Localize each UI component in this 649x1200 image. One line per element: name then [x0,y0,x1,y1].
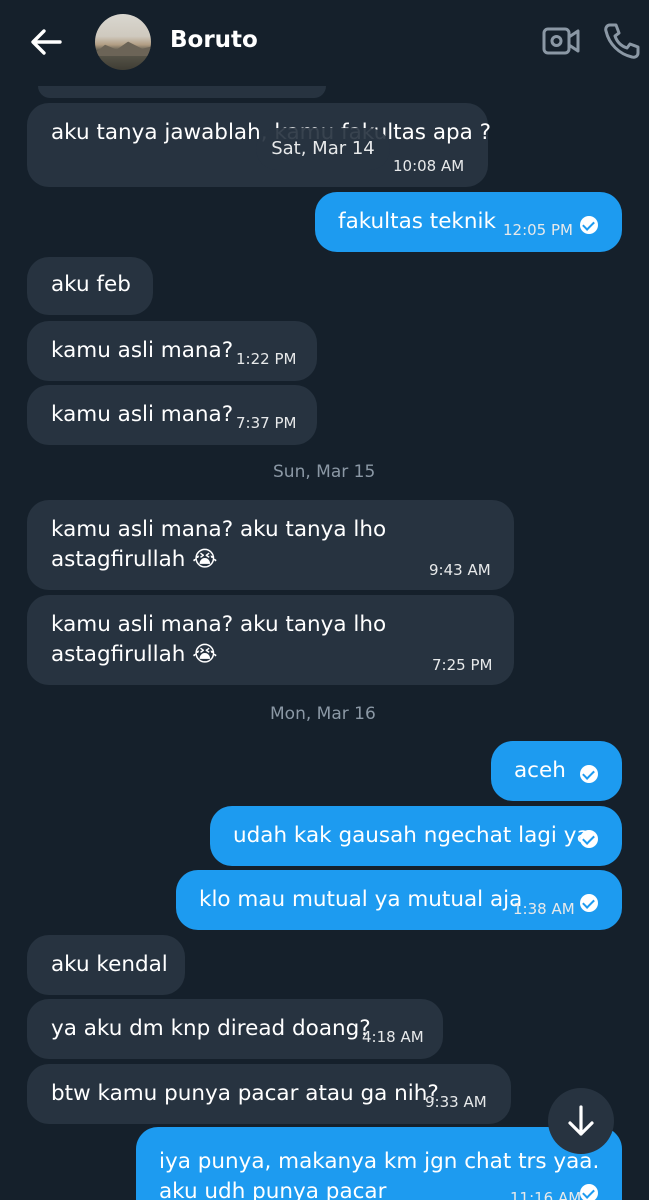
read-check-icon [580,1184,598,1200]
message-bubble-incoming[interactable]: kamu asli mana? 7:37 PM [27,385,317,445]
message-text: udah kak gausah ngechat lagi ya [233,823,590,848]
message-time: 1:22 PM [236,350,297,368]
message-time: 4:18 AM [362,1028,424,1046]
message-time: 12:05 PM [503,221,573,239]
message-text: kamu asli mana? [51,402,234,427]
message-text-line2: aku udh punya pacar [159,1179,387,1200]
message-time: 7:37 PM [236,414,297,432]
message-text: aku feb [51,272,131,297]
message-text: btw kamu punya pacar atau ga nih? [51,1081,439,1106]
message-text: fakultas teknik [338,209,496,234]
date-separator: Sun, Mar 15 [273,462,376,482]
voice-call-button[interactable] [600,20,642,62]
message-text-line2: astagfirullah 😭 [51,547,218,572]
message-time: 7:25 PM [432,656,493,674]
message-text-line1: iya punya, makanya km jgn chat trs yaa. [159,1149,600,1174]
message-bubble-incoming[interactable]: btw kamu punya pacar atau ga nih? 9:33 A… [27,1064,511,1124]
floating-date-pill: Sat, Mar 14 [256,128,390,170]
arrow-left-icon [31,29,62,55]
message-bubble-outgoing[interactable]: fakultas teknik 12:05 PM [315,192,622,252]
video-camera-icon [542,27,580,55]
avatar[interactable] [95,14,151,70]
read-check-icon [580,894,598,912]
message-text-line1: kamu asli mana? aku tanya lho [51,517,387,542]
phone-icon [604,23,640,59]
message-bubble-incoming[interactable]: kamu asli mana? aku tanya lho astagfirul… [27,595,514,685]
message-text: kamu asli mana? [51,338,234,363]
message-text: ya aku dm knp diread doang? [51,1016,371,1041]
message-bubble-incoming[interactable]: ya aku dm knp diread doang? 4:18 AM [27,999,443,1059]
scroll-to-bottom-button[interactable] [548,1088,614,1154]
contact-name[interactable]: Boruto [170,27,258,53]
message-bubble-incoming[interactable]: kamu asli mana? aku tanya lho astagfirul… [27,500,514,590]
message-time: 11:16 AM [510,1189,582,1200]
message-text: aceh [514,758,566,783]
message-bubble-incoming[interactable]: aku feb [27,257,153,315]
read-check-icon [580,765,598,783]
message-bubble-outgoing[interactable]: aceh [491,741,622,801]
message-text: aku kendal [51,952,168,977]
message-time: 1:38 AM [513,900,575,918]
message-bubble-incoming[interactable]: kamu asli mana? 1:22 PM [27,321,317,381]
back-button[interactable] [26,24,70,60]
message-bubble-incoming[interactable]: aku kendal [27,935,185,995]
video-call-button[interactable] [540,22,582,60]
message-bubble-outgoing[interactable]: udah kak gausah ngechat lagi ya [210,806,622,866]
date-separator: Mon, Mar 16 [270,704,376,724]
message-bubble-outgoing[interactable]: klo mau mutual ya mutual aja 1:38 AM [176,870,622,930]
message-time: 10:08 AM [393,157,465,175]
partial-message-bubble [38,86,326,98]
arrow-down-icon [568,1105,594,1136]
message-time: 9:33 AM [425,1093,487,1111]
read-check-icon [580,830,598,848]
message-text-line2: astagfirullah 😭 [51,642,218,667]
message-text: klo mau mutual ya mutual aja [199,887,523,912]
chat-header: Boruto [0,0,649,86]
read-check-icon [580,216,598,234]
message-time: 9:43 AM [429,561,491,579]
message-text-line1: kamu asli mana? aku tanya lho [51,612,387,637]
